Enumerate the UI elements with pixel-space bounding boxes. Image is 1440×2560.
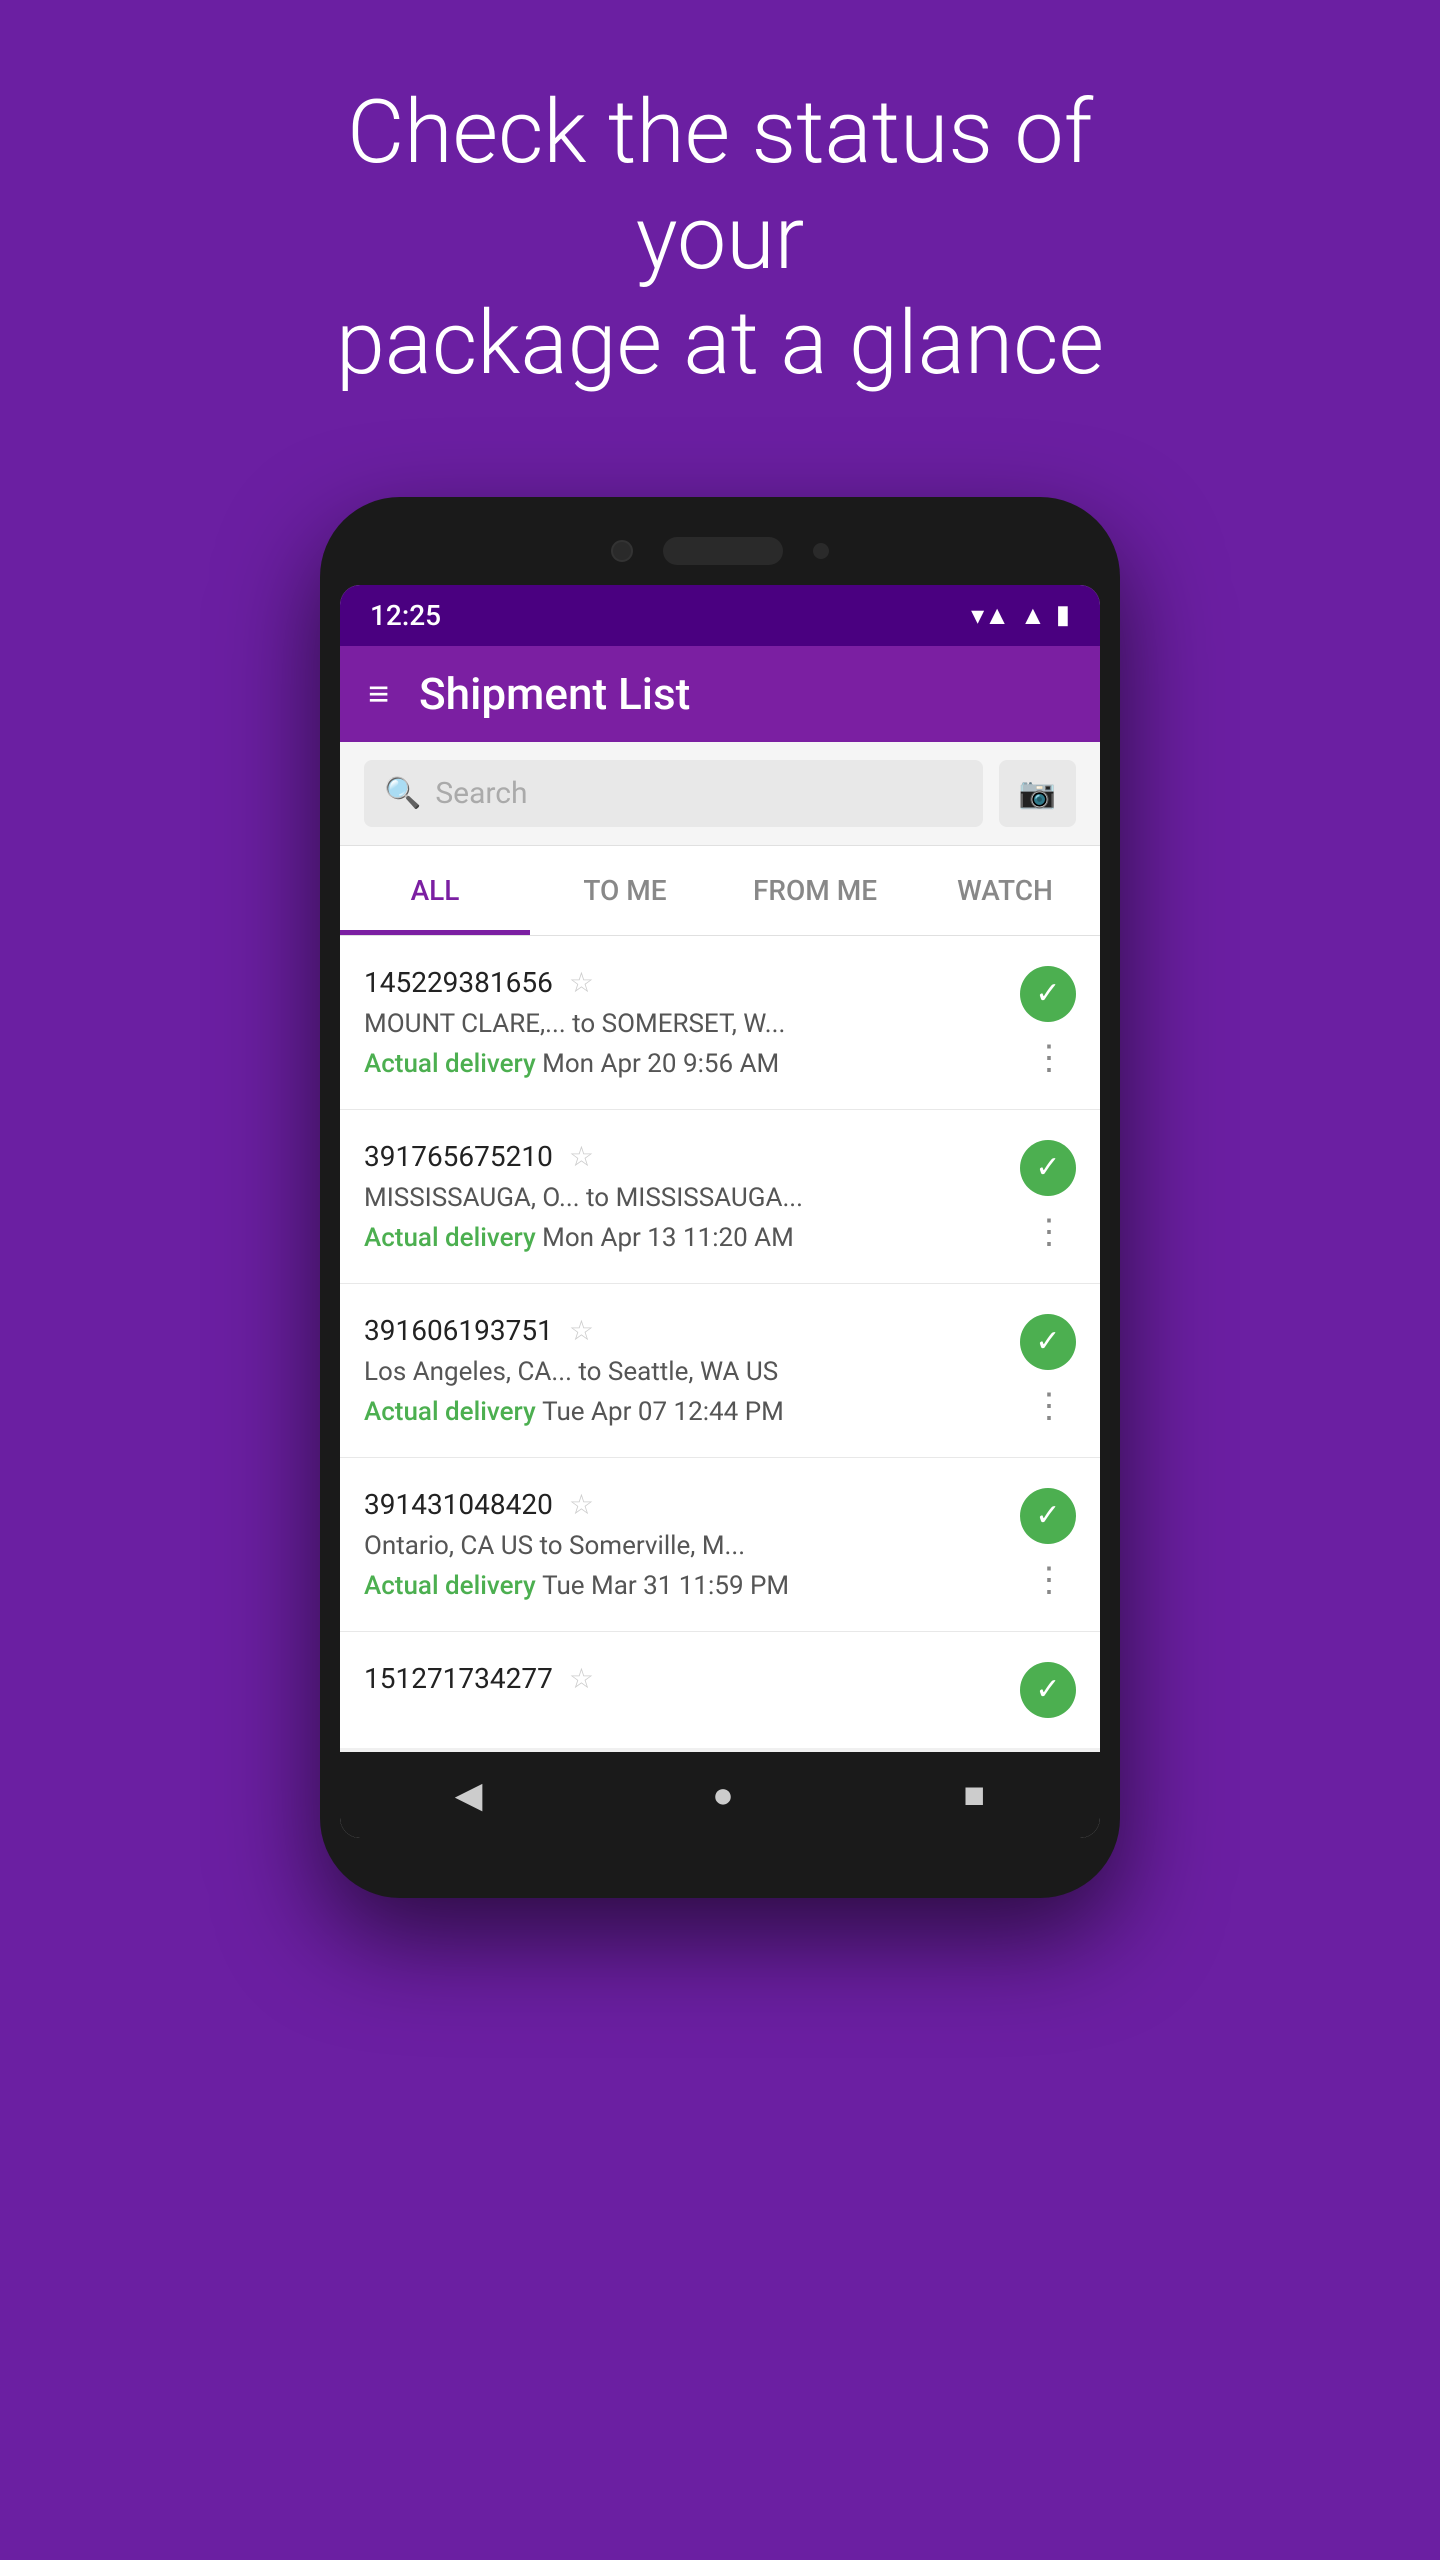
search-icon: 🔍	[384, 776, 421, 811]
hero-line1: Check the status of your	[347, 81, 1093, 290]
star-icon[interactable]: ☆	[569, 1140, 594, 1173]
delivery-status: Actual delivery Tue Mar 31 11:59 PM	[364, 1571, 1004, 1601]
tracking-number: 145229381656	[364, 966, 553, 999]
shipment-list: 145229381656 ☆ MOUNT CLARE,... to SOMERS…	[340, 936, 1100, 1748]
shipment-header: 391606193751 ☆	[364, 1314, 1004, 1347]
star-icon[interactable]: ☆	[569, 966, 594, 999]
search-input-container[interactable]: 🔍 Search	[364, 760, 983, 827]
camera-icon: 📷	[1019, 776, 1056, 811]
tracking-number: 391765675210	[364, 1140, 553, 1173]
route-text: Ontario, CA US to Somerville, M...	[364, 1531, 1004, 1561]
nav-home-button[interactable]: ●	[712, 1774, 734, 1816]
shipment-info: 391765675210 ☆ MISSISSAUGA, O... to MISS…	[364, 1140, 1004, 1253]
tab-all[interactable]: ALL	[340, 846, 530, 935]
shipment-item[interactable]: 145229381656 ☆ MOUNT CLARE,... to SOMERS…	[340, 936, 1100, 1110]
toolbar-title: Shipment List	[419, 668, 690, 720]
shipment-header: 391431048420 ☆	[364, 1488, 1004, 1521]
phone-screen: 12:25 ▾▲ ▲ ▮ ≡ Shipment List 🔍 Search 📷	[340, 585, 1100, 1838]
hero-line2: package at a glance	[336, 292, 1104, 395]
nav-recent-button[interactable]: ■	[963, 1774, 985, 1816]
delivered-check-icon: ✓	[1020, 1662, 1076, 1718]
route-text: Los Angeles, CA... to Seattle, WA US	[364, 1357, 1004, 1387]
tracking-number: 151271734277	[364, 1662, 553, 1695]
route-text: MOUNT CLARE,... to SOMERSET, W...	[364, 1009, 1004, 1039]
tab-bar: ALL TO ME FROM ME WATCH	[340, 846, 1100, 936]
tab-to-me[interactable]: TO ME	[530, 846, 720, 935]
item-right: ✓	[1020, 1662, 1076, 1718]
star-icon[interactable]: ☆	[569, 1662, 594, 1695]
phone-device: 12:25 ▾▲ ▲ ▮ ≡ Shipment List 🔍 Search 📷	[320, 497, 1120, 1898]
shipment-header: 391765675210 ☆	[364, 1140, 1004, 1173]
item-right: ✓ ⋮	[1020, 1314, 1076, 1426]
status-icons: ▾▲ ▲ ▮	[971, 600, 1070, 631]
shipment-item[interactable]: 151271734277 ☆ ✓	[340, 1632, 1100, 1748]
more-options-button[interactable]: ⋮	[1032, 1212, 1064, 1252]
search-bar: 🔍 Search 📷	[340, 742, 1100, 846]
tracking-number: 391431048420	[364, 1488, 553, 1521]
shipment-info: 145229381656 ☆ MOUNT CLARE,... to SOMERS…	[364, 966, 1004, 1079]
nav-back-button[interactable]: ◀	[455, 1774, 483, 1816]
tab-from-me[interactable]: FROM ME	[720, 846, 910, 935]
delivered-check-icon: ✓	[1020, 1140, 1076, 1196]
shipment-info: 391431048420 ☆ Ontario, CA US to Somervi…	[364, 1488, 1004, 1601]
camera-button[interactable]: 📷	[999, 760, 1076, 827]
shipment-item[interactable]: 391431048420 ☆ Ontario, CA US to Somervi…	[340, 1458, 1100, 1632]
shipment-info: 151271734277 ☆	[364, 1662, 1004, 1705]
delivery-status: Actual delivery Tue Apr 07 12:44 PM	[364, 1397, 1004, 1427]
shipment-header: 145229381656 ☆	[364, 966, 1004, 999]
item-right: ✓ ⋮	[1020, 1488, 1076, 1600]
hero-text: Check the status of your package at a gl…	[270, 80, 1170, 397]
shipment-header: 151271734277 ☆	[364, 1662, 1004, 1695]
item-right: ✓ ⋮	[1020, 1140, 1076, 1252]
more-options-button[interactable]: ⋮	[1032, 1386, 1064, 1426]
app-toolbar: ≡ Shipment List	[340, 646, 1100, 742]
star-icon[interactable]: ☆	[569, 1488, 594, 1521]
item-right: ✓ ⋮	[1020, 966, 1076, 1078]
more-options-button[interactable]: ⋮	[1032, 1560, 1064, 1600]
proximity-sensor	[813, 543, 829, 559]
search-input[interactable]: Search	[435, 776, 527, 811]
delivery-status: Actual delivery Mon Apr 20 9:56 AM	[364, 1049, 1004, 1079]
status-bar: 12:25 ▾▲ ▲ ▮	[340, 585, 1100, 646]
phone-speaker	[663, 537, 783, 565]
tab-watch[interactable]: WATCH	[910, 846, 1100, 935]
star-icon[interactable]: ☆	[569, 1314, 594, 1347]
delivered-check-icon: ✓	[1020, 966, 1076, 1022]
delivered-check-icon: ✓	[1020, 1314, 1076, 1370]
shipment-item[interactable]: 391606193751 ☆ Los Angeles, CA... to Sea…	[340, 1284, 1100, 1458]
status-time: 12:25	[370, 599, 441, 632]
front-camera	[611, 540, 633, 562]
tracking-number: 391606193751	[364, 1314, 553, 1347]
battery-icon: ▮	[1056, 600, 1070, 630]
signal-icon: ▲	[1020, 600, 1046, 631]
phone-nav-bar: ◀ ● ■	[340, 1752, 1100, 1838]
delivered-check-icon: ✓	[1020, 1488, 1076, 1544]
shipment-item[interactable]: 391765675210 ☆ MISSISSAUGA, O... to MISS…	[340, 1110, 1100, 1284]
shipment-info: 391606193751 ☆ Los Angeles, CA... to Sea…	[364, 1314, 1004, 1427]
route-text: MISSISSAUGA, O... to MISSISSAUGA...	[364, 1183, 1004, 1213]
more-options-button[interactable]: ⋮	[1032, 1038, 1064, 1078]
hamburger-menu-icon[interactable]: ≡	[368, 673, 389, 715]
phone-top-bar	[340, 537, 1100, 565]
delivery-status: Actual delivery Mon Apr 13 11:20 AM	[364, 1223, 1004, 1253]
wifi-icon: ▾▲	[971, 600, 1010, 631]
